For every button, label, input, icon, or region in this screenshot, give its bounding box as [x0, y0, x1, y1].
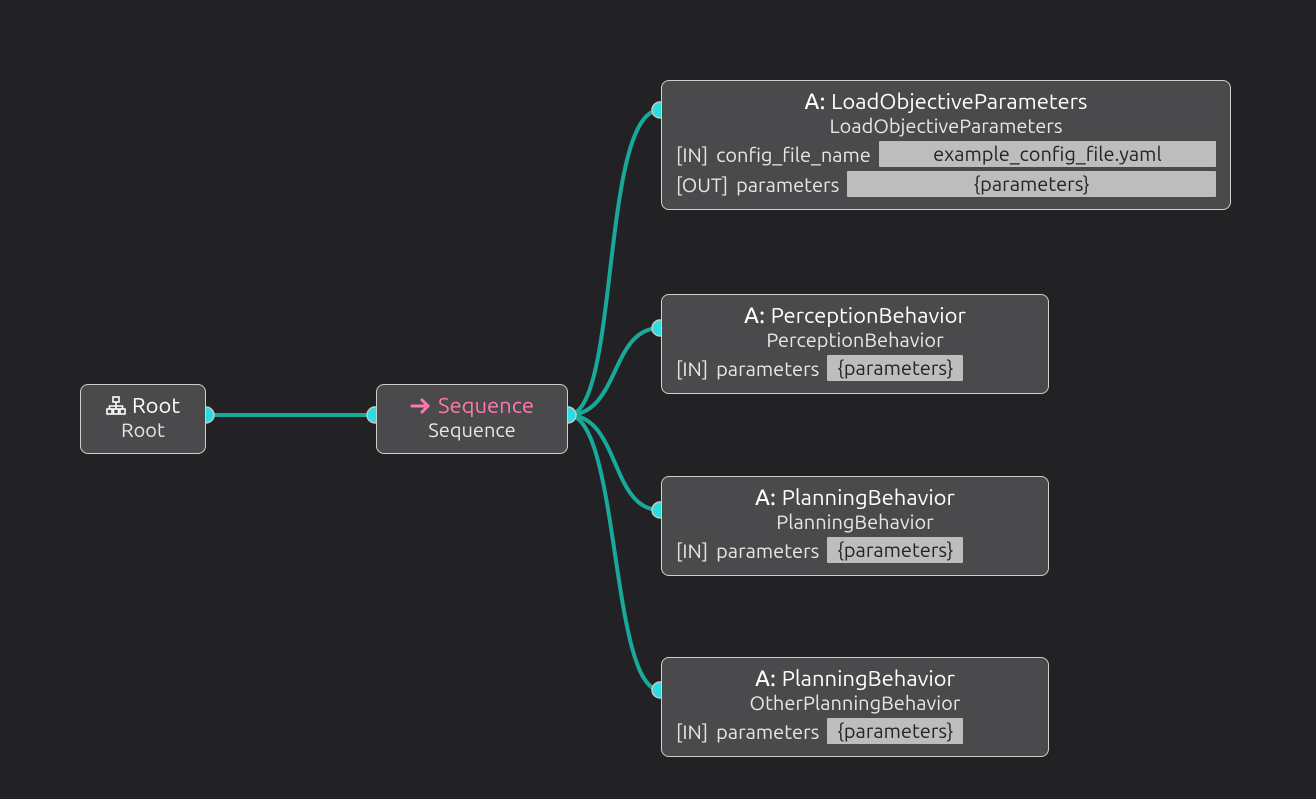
node-planning-2-title: PlanningBehavior — [782, 666, 955, 691]
node-root-header: Root — [95, 393, 191, 418]
port-dir: [IN] — [676, 720, 708, 743]
node-planning-1[interactable]: A: PlanningBehavior PlanningBehavior [IN… — [661, 476, 1049, 576]
edge-sequence-planning2 — [568, 415, 660, 690]
graph-canvas[interactable]: Root Root Sequence Sequence A: LoadObjec… — [0, 0, 1316, 799]
node-perception-title: PerceptionBehavior — [771, 303, 966, 328]
node-planning-2[interactable]: A: PlanningBehavior OtherPlanningBehavio… — [661, 657, 1049, 757]
port-dir: [IN] — [676, 539, 708, 562]
port-key: parameters — [736, 173, 839, 196]
action-prefix: A: — [755, 485, 776, 510]
port-key: parameters — [716, 357, 819, 380]
node-perception[interactable]: A: PerceptionBehavior PerceptionBehavior… — [661, 294, 1049, 394]
node-sequence-header: Sequence — [391, 393, 553, 418]
port-key: parameters — [716, 539, 819, 562]
port-row: [OUT] parameters {parameters} — [676, 171, 1216, 197]
port-value-input[interactable]: example_config_file.yaml — [879, 141, 1216, 167]
edge-sequence-planning1 — [568, 415, 660, 510]
node-planning-1-title: PlanningBehavior — [782, 485, 955, 510]
node-load-objective-title: LoadObjectiveParameters — [831, 89, 1087, 114]
node-load-objective-header: A: LoadObjectiveParameters — [676, 89, 1216, 114]
port-row: [IN] config_file_name example_config_fil… — [676, 141, 1216, 167]
node-root[interactable]: Root Root — [80, 384, 206, 454]
node-perception-subtitle: PerceptionBehavior — [676, 328, 1034, 351]
port-row: [IN] parameters {parameters} — [676, 537, 1034, 563]
port-value-input[interactable]: {parameters} — [827, 355, 963, 381]
node-planning-1-subtitle: PlanningBehavior — [676, 510, 1034, 533]
action-prefix: A: — [805, 89, 826, 114]
port-row: [IN] parameters {parameters} — [676, 718, 1034, 744]
port-value-input[interactable]: {parameters} — [827, 718, 963, 744]
action-prefix: A: — [744, 303, 765, 328]
port-value-input[interactable]: {parameters} — [847, 171, 1216, 197]
node-root-title: Root — [132, 393, 180, 418]
port-row: [IN] parameters {parameters} — [676, 355, 1034, 381]
tree-icon — [106, 396, 126, 416]
port-dir: [OUT] — [676, 173, 728, 196]
node-planning-2-subtitle: OtherPlanningBehavior — [676, 691, 1034, 714]
port-value-input[interactable]: {parameters} — [827, 537, 963, 563]
arrow-right-icon — [410, 396, 432, 416]
node-sequence[interactable]: Sequence Sequence — [376, 384, 568, 454]
action-prefix: A: — [755, 666, 776, 691]
edge-sequence-loadobjective — [568, 110, 660, 415]
node-sequence-subtitle: Sequence — [391, 418, 553, 441]
port-key: parameters — [716, 720, 819, 743]
node-load-objective-subtitle: LoadObjectiveParameters — [676, 114, 1216, 137]
node-perception-header: A: PerceptionBehavior — [676, 303, 1034, 328]
port-dir: [IN] — [676, 143, 708, 166]
node-sequence-title: Sequence — [438, 393, 534, 418]
node-root-subtitle: Root — [95, 418, 191, 441]
node-planning-1-header: A: PlanningBehavior — [676, 485, 1034, 510]
port-dir: [IN] — [676, 357, 708, 380]
node-load-objective[interactable]: A: LoadObjectiveParameters LoadObjective… — [661, 80, 1231, 210]
port-key: config_file_name — [716, 143, 871, 166]
edge-sequence-perception — [568, 328, 660, 415]
node-planning-2-header: A: PlanningBehavior — [676, 666, 1034, 691]
